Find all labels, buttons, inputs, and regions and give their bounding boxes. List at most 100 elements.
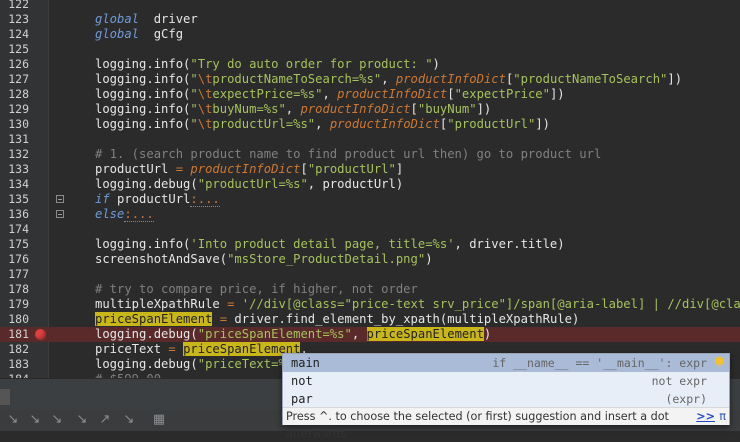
code-line[interactable]: 174 xyxy=(0,222,740,237)
completion-hint: Press ^. to choose the selected (or firs… xyxy=(283,407,729,440)
line-number: 177 xyxy=(8,267,29,281)
completion-item-description: (expr) xyxy=(665,392,707,406)
code-line[interactable]: 180 priceSpanElement = driver.find_elemen… xyxy=(0,312,740,327)
code-token: "productUrl" xyxy=(447,117,536,131)
code-token: \t xyxy=(197,87,213,101)
force-step-into-icon[interactable]: ↘ xyxy=(50,413,64,427)
code-line[interactable]: 125 xyxy=(0,42,740,57)
code-token: "priceSpanElement=%s" xyxy=(197,327,352,341)
line-number: 131 xyxy=(8,132,29,146)
step-into-icon[interactable]: ↘ xyxy=(28,413,42,427)
code-line[interactable]: 178 # try to compare price, if higher, no… xyxy=(0,282,740,297)
code-line[interactable]: 131 xyxy=(0,132,740,147)
line-number: 124 xyxy=(8,27,29,41)
code-token: productInfoDict xyxy=(395,72,506,86)
completion-item-name: par xyxy=(291,392,313,406)
code-token: :... xyxy=(190,192,220,207)
line-number: 125 xyxy=(8,42,29,56)
code-token: "Try do auto order for product: " xyxy=(190,57,433,71)
line-number: 174 xyxy=(8,222,29,236)
code-text: # try to compare price, if higher, not o… xyxy=(95,282,418,297)
code-token: "priceText=%s xyxy=(197,357,294,371)
code-token: "buyNum" xyxy=(417,102,477,116)
code-line[interactable]: 133 productUrl = productInfoDict["product… xyxy=(0,162,740,177)
fold-toggle-icon[interactable] xyxy=(56,195,64,203)
code-line[interactable]: 135 if productUrl:... xyxy=(0,192,740,207)
code-token: \t xyxy=(197,117,213,131)
code-token: = xyxy=(219,312,228,326)
more-hints-link[interactable]: >> xyxy=(696,408,715,425)
code-token: ]) xyxy=(667,72,683,86)
code-token: " xyxy=(190,117,198,131)
code-line[interactable]: 124 global gCfg xyxy=(0,27,740,42)
evaluate-icon[interactable]: ↘ xyxy=(122,413,136,427)
fold-toggle-icon[interactable] xyxy=(56,210,64,218)
code-token: ) xyxy=(483,327,492,341)
code-line[interactable]: 176 screenshotAndSave("msStore_ProductDet… xyxy=(0,252,740,267)
code-line[interactable]: 129 logging.info("\tbuyNum=%s", productIn… xyxy=(0,102,740,117)
code-token: , driver.title) xyxy=(454,237,565,251)
code-token: logging.info( xyxy=(95,72,191,86)
completion-item[interactable]: not not expr xyxy=(283,372,729,390)
line-number: 134 xyxy=(8,177,29,191)
code-text: global driver xyxy=(95,12,198,27)
line-number: 175 xyxy=(8,237,29,251)
run-to-cursor-icon[interactable]: ↗ xyxy=(98,413,112,427)
completion-item[interactable]: main if __name__ == '__main__': expr xyxy=(283,354,729,372)
code-line[interactable]: 122 xyxy=(0,0,740,12)
code-token: ) xyxy=(425,252,433,266)
line-number: 127 xyxy=(8,72,29,86)
line-number: 129 xyxy=(8,102,29,116)
code-token: , xyxy=(285,102,301,116)
code-line[interactable]: 126 logging.info("Try do auto order for p… xyxy=(0,57,740,72)
code-token: ]) xyxy=(476,102,492,116)
code-token: priceText xyxy=(95,342,169,356)
code-line[interactable]: 177 xyxy=(0,267,740,282)
lightbulb-icon[interactable] xyxy=(714,356,725,370)
code-token: productUrl xyxy=(109,192,191,206)
code-line[interactable]: 179 multipleXpathRule = '//div[@class="pr… xyxy=(0,297,740,312)
code-text: priceText = priceSpanElement. xyxy=(95,342,308,357)
line-number: 132 xyxy=(8,147,29,161)
grid-icon[interactable]: ▦ xyxy=(152,413,166,427)
code-line[interactable]: 130 logging.info("\tproductUrl=%s", produ… xyxy=(0,117,740,132)
code-line[interactable]: 132 # 1. (search product name to find pro… xyxy=(0,147,740,162)
scrollbar-handle[interactable] xyxy=(0,389,10,405)
code-token: multipleXpathRule xyxy=(95,297,228,311)
code-token: [ xyxy=(410,102,418,116)
breakpoint-icon[interactable] xyxy=(35,329,46,340)
code-token: productInfoDict xyxy=(337,87,448,101)
code-token: productInfoDict xyxy=(329,117,440,131)
completion-item-name: main xyxy=(291,356,320,370)
code-line[interactable]: 128 logging.info("\texpectPrice=%s", prod… xyxy=(0,87,740,102)
code-token: productInfoDict xyxy=(300,102,411,116)
completion-item-description: if __name__ == '__main__': expr xyxy=(492,356,707,370)
code-line[interactable]: 134 logging.debug("productUrl=%s", produc… xyxy=(0,177,740,192)
code-token: driver xyxy=(139,12,198,26)
code-text: global gCfg xyxy=(95,27,183,42)
code-token: "expectPrice" xyxy=(454,87,550,101)
code-token: priceSpanElement xyxy=(366,327,484,341)
step-out-icon[interactable]: ↘ xyxy=(75,413,89,427)
code-token: logging.info( xyxy=(95,117,191,131)
code-token: "productUrl" xyxy=(307,162,396,176)
completion-item[interactable]: par (expr) xyxy=(283,390,729,408)
code-text: # 1. (search product name to find produc… xyxy=(95,147,601,162)
code-token: global xyxy=(95,12,140,26)
code-token: "productNameToSearch" xyxy=(513,72,668,86)
step-over-icon[interactable]: ↘ xyxy=(6,413,20,427)
line-number: 130 xyxy=(8,117,29,131)
pi-icon[interactable]: π xyxy=(719,408,726,425)
code-line[interactable]: 123 global driver xyxy=(0,12,740,27)
code-token: , xyxy=(381,72,396,86)
code-line[interactable]: 127 logging.info("\tproductNameToSearch=%… xyxy=(0,72,740,87)
line-number: 180 xyxy=(8,312,29,326)
code-line[interactable]: 181 logging.debug("priceSpanElement=%s", … xyxy=(0,327,740,342)
code-editor[interactable]: 122 123 global driver 124 global gCfg 125 126 l… xyxy=(0,0,740,378)
code-text: logging.info("\tproductNameToSearch=%s",… xyxy=(95,72,682,87)
code-token: priceSpanElement xyxy=(95,312,213,326)
code-line[interactable]: 136 else:... xyxy=(0,207,740,222)
code-token: logging.debug( xyxy=(95,327,198,341)
code-line[interactable]: 175 logging.info('Into product detail pag… xyxy=(0,237,740,252)
